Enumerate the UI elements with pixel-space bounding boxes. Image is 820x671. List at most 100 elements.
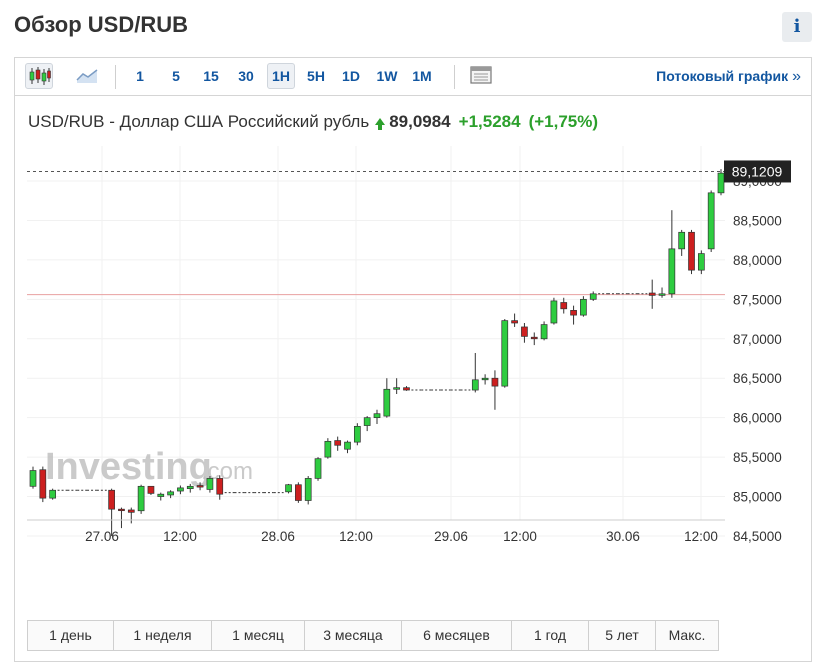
range-max[interactable]: Макс. [656,621,718,650]
toolbar-separator [115,65,116,89]
candle-body [403,387,410,391]
candle-body [550,300,558,324]
candle-body [707,192,715,250]
quote-line: USD/RUB - Доллар США Российский рубль 89,… [28,112,598,132]
range-1-day[interactable]: 1 день [28,621,114,650]
candle-body [186,485,194,490]
candle-body [471,379,479,391]
candle-body [530,336,538,340]
x-tick-label: 29.06 [434,529,468,544]
candle-body [393,387,401,390]
interval-1d[interactable]: 1D [337,63,365,89]
candle-body [157,493,165,497]
chart-widget: 1 5 15 30 1H 5H 1D 1W 1M Потоковый графи… [14,57,812,662]
y-tick-label: 88,5000 [733,213,782,228]
candle-body [570,310,577,316]
candle-body [511,320,518,324]
investing-watermark: Investing [45,446,212,488]
y-tick-label: 85,5000 [733,450,782,465]
candle-body [314,458,322,479]
stream-chart-link[interactable]: Потоковый график» [656,68,801,86]
candle-body [108,489,115,510]
price-change: +1,5284 [458,112,521,131]
candle-body [589,293,597,300]
x-tick-label: 12:00 [339,529,373,544]
y-tick-label: 86,5000 [733,371,782,386]
candle-body [147,485,155,494]
last-price: 89,0984 [389,112,451,131]
range-6-months[interactable]: 6 месяцев [402,621,512,650]
x-tick-label: 28.06 [261,529,295,544]
interval-15[interactable]: 15 [199,63,223,89]
candle-body [580,298,587,316]
last-price-label: 89,1209 [732,163,783,179]
interval-5[interactable]: 5 [165,63,187,89]
candle-body [717,172,725,194]
candle-body [697,253,705,271]
y-tick-label: 84,5000 [733,529,782,544]
candlestick-icon[interactable] [25,63,53,89]
x-tick-label: 30.06 [606,529,640,544]
interval-1[interactable]: 1 [129,63,151,89]
candle-body [501,320,509,387]
area-chart-icon[interactable] [73,63,101,89]
interval-1m[interactable]: 1M [407,63,437,89]
y-tick-label: 86,0000 [733,411,782,426]
interval-30[interactable]: 30 [234,63,258,89]
candle-body [118,508,125,512]
instrument-name: USD/RUB - Доллар США Российский рубль [28,112,370,131]
arrow-up-icon [375,118,386,131]
candle-body [29,470,37,487]
candle-body [285,484,292,493]
interval-1h[interactable]: 1H [267,63,295,89]
range-3-months[interactable]: 3 месяца [305,621,402,650]
x-tick-label: 12:00 [684,529,718,544]
candle-body [658,293,666,296]
candle-body [688,231,695,271]
stream-chart-label: Потоковый график [656,68,789,84]
candle-body [196,485,204,488]
interval-1w[interactable]: 1W [372,63,402,89]
candle-body [383,388,391,417]
range-1-year[interactable]: 1 год [512,621,589,650]
y-tick-label: 88,0000 [733,253,782,268]
candle-body [491,377,499,387]
candle-body [49,489,57,499]
x-tick-label: 12:00 [503,529,537,544]
candle-body [648,292,656,296]
candle-body [521,326,528,337]
toolbar-separator [454,65,455,89]
candlestick-chart[interactable]: Investing.com84,500085,000085,500086,000… [15,146,811,601]
y-tick-label: 87,0000 [733,332,782,347]
interval-5h[interactable]: 5H [302,63,330,89]
candle-body [167,491,174,496]
chart-toolbar: 1 5 15 30 1H 5H 1D 1W 1M Потоковый графи… [15,58,811,96]
range-1-week[interactable]: 1 неделя [114,621,212,650]
candle-body [137,485,145,512]
candle-body [353,425,361,443]
candle-body [481,377,489,381]
candle-body [373,413,381,419]
y-tick-label: 87,5000 [733,292,782,307]
info-button[interactable]: i [782,12,812,42]
range-5-years[interactable]: 5 лет [589,621,656,650]
candle-body [127,509,135,513]
price-change-percent: (+1,75%) [528,112,599,131]
time-range-bar: 1 день 1 неделя 1 месяц 3 месяца 6 месяц… [27,620,719,651]
candle-body [363,417,371,426]
candle-body [540,324,548,340]
range-1-month[interactable]: 1 месяц [212,621,305,650]
candle-body [304,478,312,501]
candle-body [334,440,342,446]
table-icon[interactable] [467,63,495,89]
candle-body [324,440,332,458]
candle-body [678,231,686,250]
page-title: Обзор USD/RUB [14,12,189,37]
candle-body [39,469,47,499]
x-tick-label: 27.06 [85,529,119,544]
candle-body [206,478,214,490]
y-tick-label: 85,0000 [733,490,782,505]
candle-body [216,478,224,495]
candle-body [668,248,676,295]
candle-body [177,487,184,492]
